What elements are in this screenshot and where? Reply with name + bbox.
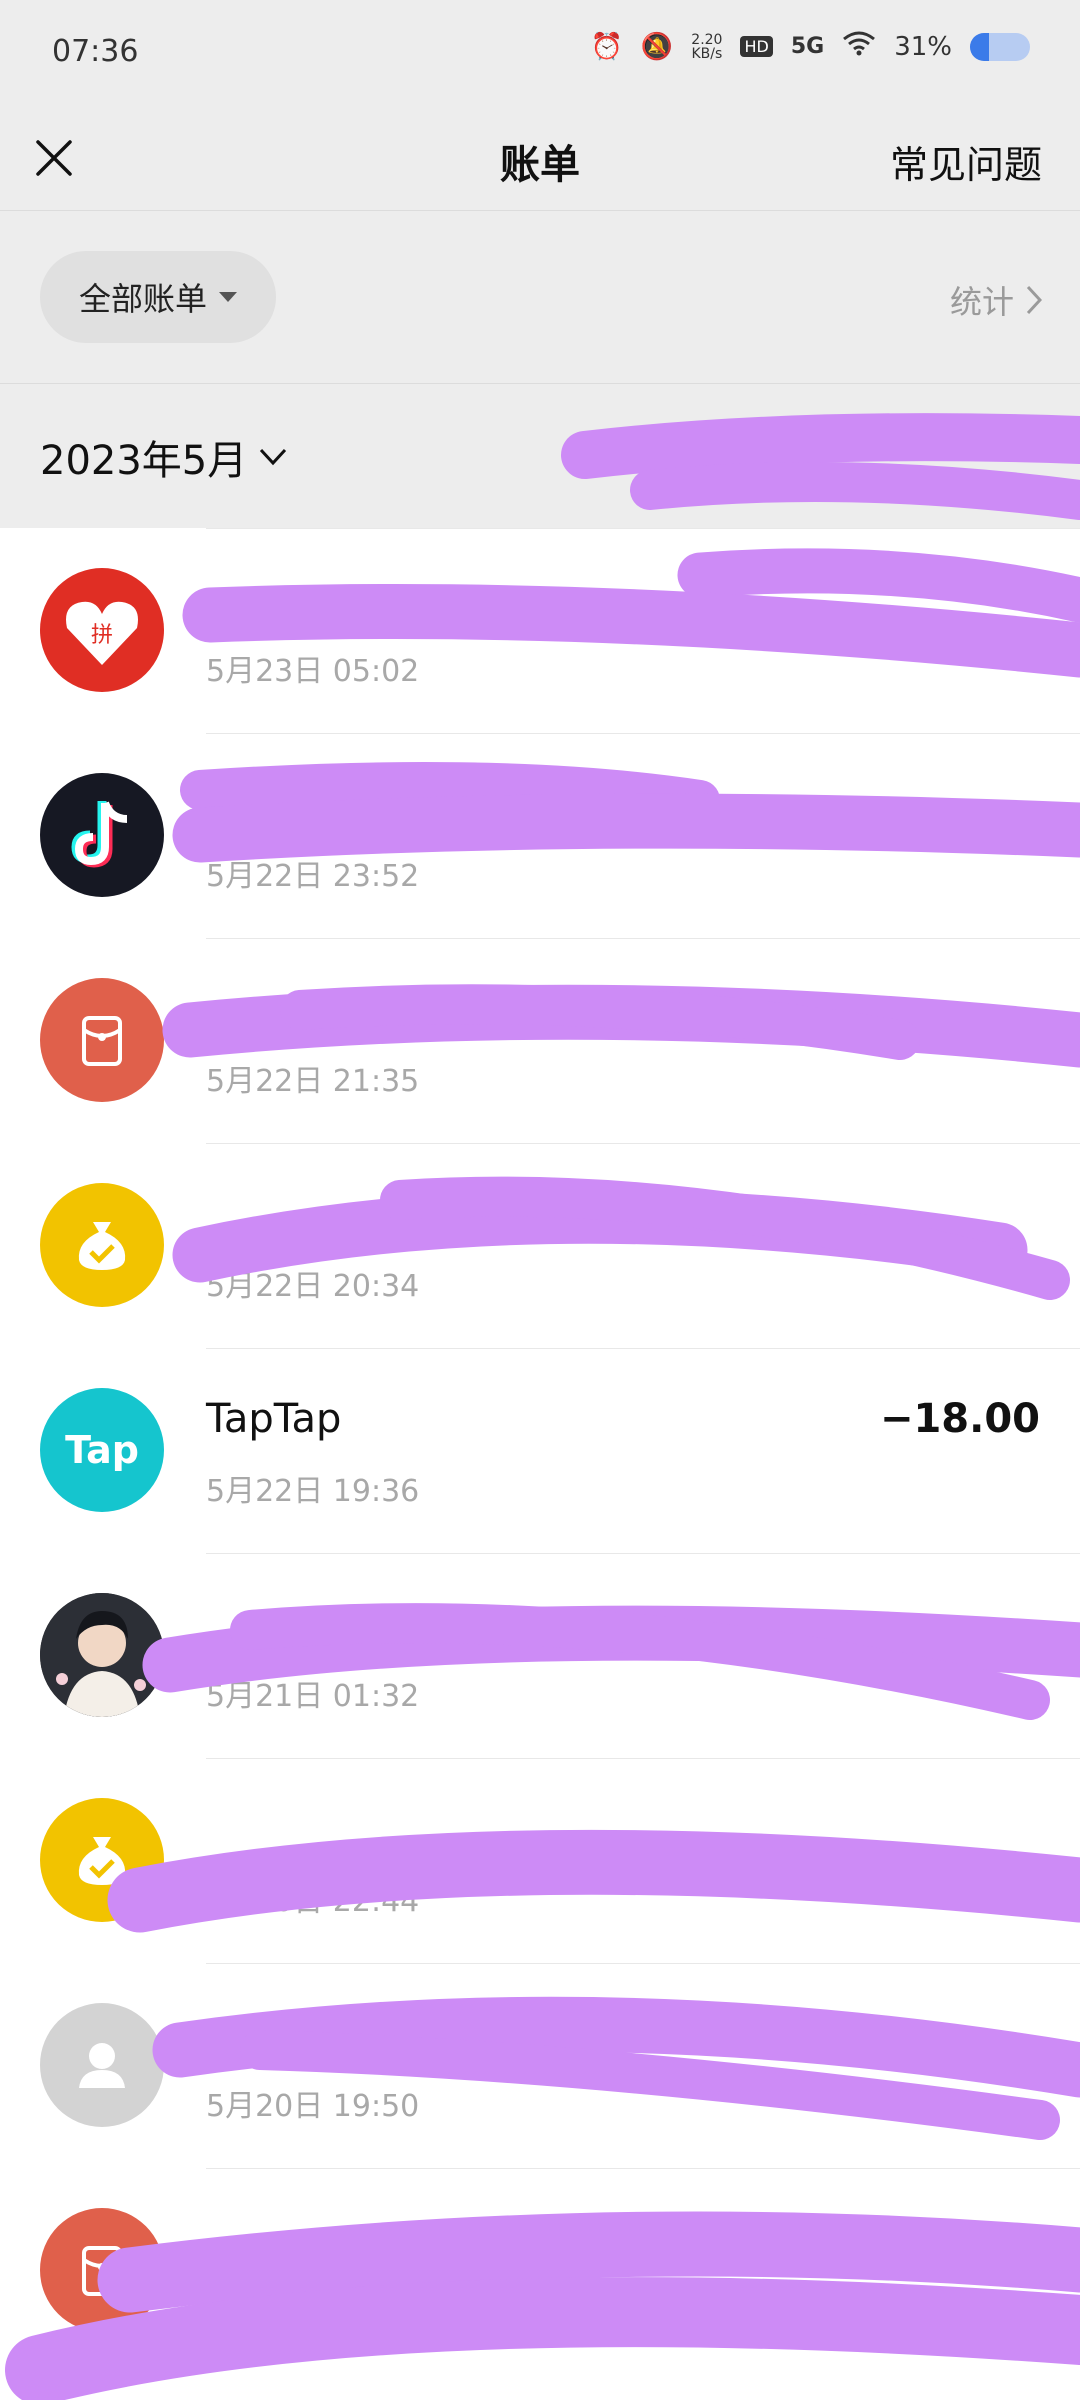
transaction-list: 拼 5月23日 05:02 5月22日 23:52 5月22日 21:35 5月… — [0, 528, 1080, 2373]
transaction-row[interactable]: 5月20日 19:50 — [0, 1963, 1080, 2168]
transaction-amount: −18.00 — [879, 1396, 1040, 1442]
alarm-icon: ⏰ — [590, 31, 623, 62]
status-time: 07:36 — [52, 34, 139, 69]
transaction-row[interactable]: 5月22日 21:35 — [0, 938, 1080, 1143]
transaction-row[interactable]: 5月22日 20:34 — [0, 1143, 1080, 1348]
red-packet-icon — [40, 2208, 164, 2332]
pinduoduo-icon: 拼 — [40, 568, 164, 692]
caret-down-icon — [219, 292, 237, 302]
transaction-time: 5月22日 21:35 — [206, 1064, 420, 1099]
status-icons: ⏰ 🔕 2.20 KB/s HD 5G 31% — [591, 30, 1030, 63]
faq-link[interactable]: 常见问题 — [890, 134, 1042, 189]
douyin-icon — [40, 773, 164, 897]
transaction-time: 5月23日 05:02 — [206, 654, 420, 689]
status-bar: 07:36 ⏰ 🔕 2.20 KB/s HD 5G 31% — [0, 0, 1080, 110]
month-label: 2023年5月 — [40, 438, 248, 484]
filter-bar: 全部账单 统计 — [0, 211, 1080, 384]
transaction-time: 日 12:37 — [206, 2294, 332, 2329]
mute-icon: 🔕 — [640, 31, 674, 62]
transaction-time: 5月22日 23:52 — [206, 859, 420, 894]
month-selector-row: 2023年5月 — [0, 384, 1080, 528]
signal-icon: 5G — [790, 34, 825, 59]
transaction-time: 5月21日 01:32 — [206, 1679, 420, 1714]
transaction-time: 5月22日 20:34 — [206, 1269, 420, 1304]
all-bills-label: 全部账单 — [78, 280, 207, 318]
transaction-time: 5月22日 19:36 — [206, 1474, 420, 1509]
transaction-row[interactable]: 5月22日 23:52 — [0, 733, 1080, 938]
wifi-icon — [842, 30, 876, 63]
transaction-row[interactable]: 日 12:37 — [0, 2168, 1080, 2373]
stats-label: 统计 — [949, 283, 1014, 321]
stats-link[interactable]: 统计 — [950, 277, 1042, 323]
battery-percent: 31% — [894, 31, 952, 62]
default-user-icon — [40, 2003, 164, 2127]
battery-fill — [970, 32, 989, 61]
hd-badge: HD — [740, 36, 773, 57]
svg-text:拼: 拼 — [91, 623, 113, 648]
all-bills-dropdown[interactable]: 全部账单 — [40, 251, 276, 343]
money-bag-icon — [40, 1798, 164, 1922]
taptap-icon: Tap — [40, 1388, 164, 1512]
chevron-down-icon — [260, 448, 287, 466]
chevron-right-icon — [1026, 285, 1042, 315]
red-packet-icon — [40, 978, 164, 1102]
transaction-row[interactable]: 5月21日 01:32 — [0, 1553, 1080, 1758]
transaction-time: 5月20日 19:50 — [206, 2089, 420, 2124]
transaction-title: TapTap — [206, 1396, 342, 1442]
money-bag-icon — [40, 1183, 164, 1307]
month-selector[interactable]: 2023年5月 — [40, 428, 287, 486]
net-speed: 2.20 KB/s — [691, 31, 723, 62]
user-avatar-photo — [40, 1593, 164, 1717]
transaction-row[interactable]: Tap TapTap 5月22日 19:36 −18.00 — [0, 1348, 1080, 1553]
top-bar: 账单 常见问题 — [0, 110, 1080, 211]
transaction-row[interactable]: 5月20日 22:44 — [0, 1758, 1080, 1963]
battery-icon — [970, 32, 1030, 61]
transaction-row[interactable]: 拼 5月23日 05:02 — [0, 528, 1080, 733]
transaction-time: 5月20日 22:44 — [206, 1884, 420, 1919]
